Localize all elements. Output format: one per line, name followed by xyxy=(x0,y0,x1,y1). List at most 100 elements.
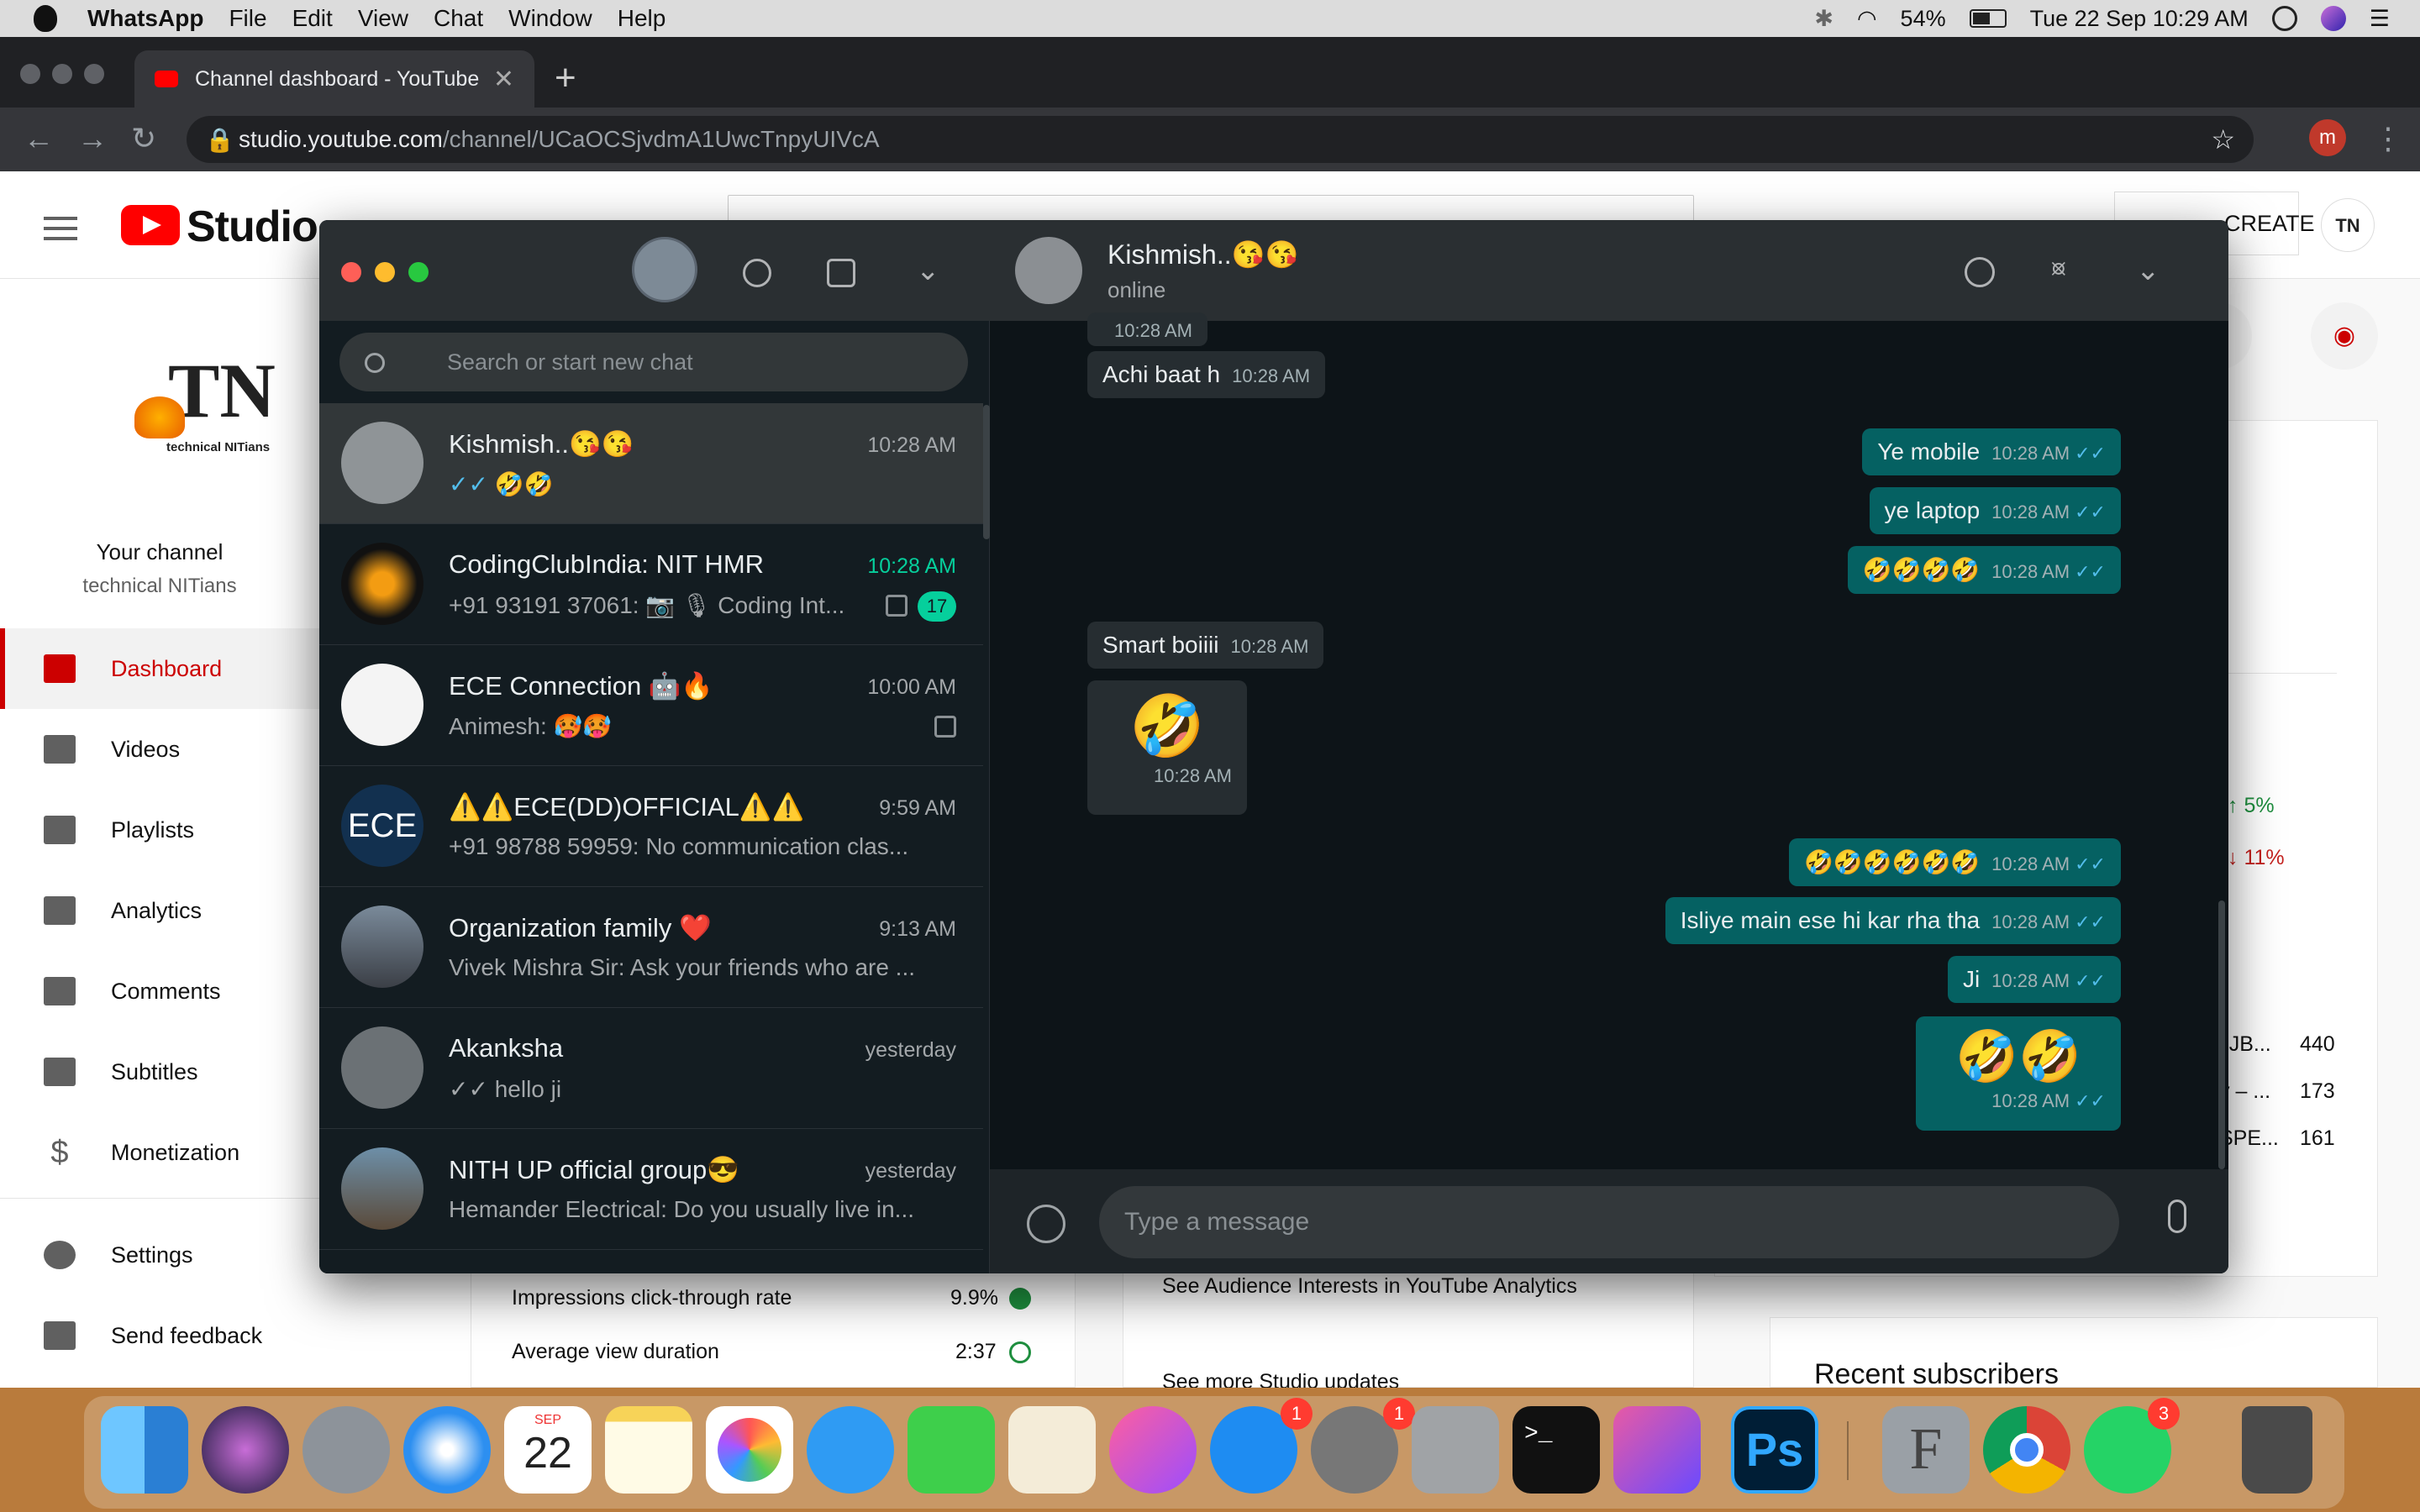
terminal-icon[interactable]: >_ xyxy=(1512,1406,1600,1494)
conversation-scrollbar[interactable] xyxy=(2218,900,2225,1169)
launchpad-icon[interactable] xyxy=(302,1406,390,1494)
spotlight-search-icon[interactable] xyxy=(2271,6,2297,31)
font-book-icon[interactable]: F xyxy=(1882,1406,1970,1494)
notification-center-icon[interactable]: ☰ xyxy=(2370,6,2390,32)
message-outgoing[interactable]: 🤣🤣🤣🤣🤣🤣 10:28 AM ✓✓ xyxy=(1788,838,2121,886)
tab-close-icon[interactable]: ✕ xyxy=(493,65,514,94)
nav-playlists[interactable]: Playlists xyxy=(0,790,319,870)
photos-icon[interactable] xyxy=(706,1406,793,1494)
chat-item-organization-family[interactable]: Organization family ❤️ 9:13 AM Vivek Mis… xyxy=(319,887,983,1008)
message-incoming[interactable]: 10:28 AM xyxy=(1087,312,1207,346)
wa-minimize-button[interactable] xyxy=(375,262,395,282)
messages-icon[interactable] xyxy=(807,1406,894,1494)
nav-comments[interactable]: Comments xyxy=(0,951,319,1032)
channel-logo[interactable]: TN technical NITians xyxy=(134,346,286,464)
notes-icon[interactable] xyxy=(605,1406,692,1494)
message-incoming[interactable]: Achi baat h 10:28 AM xyxy=(1087,351,1326,398)
wa-zoom-button[interactable] xyxy=(408,262,429,282)
message-incoming-emoji[interactable]: 🤣 10:28 AM xyxy=(1087,680,1247,815)
go-live-icon[interactable]: ◉ xyxy=(2311,302,2378,370)
back-arrow-icon[interactable]: ← xyxy=(24,121,54,156)
finder-icon[interactable] xyxy=(101,1406,188,1494)
reload-icon[interactable]: ↻ xyxy=(131,121,156,156)
window-minimize-button[interactable] xyxy=(52,64,72,84)
message-incoming[interactable]: Smart boiiii 10:28 AM xyxy=(1087,622,1324,669)
chat-search-input[interactable]: Search or start new chat xyxy=(339,333,968,391)
wa-close-button[interactable] xyxy=(341,262,361,282)
browser-tab[interactable]: Channel dashboard - YouTube ✕ xyxy=(134,50,534,108)
chat-item-kishmish[interactable]: Kishmish..😘😘 10:28 AM ✓✓ 🤣🤣 xyxy=(319,403,983,524)
chrome-icon[interactable] xyxy=(1983,1406,2070,1494)
menu-window[interactable]: Window xyxy=(508,5,592,32)
nav-send-feedback[interactable]: Send feedback xyxy=(0,1295,319,1376)
safari-icon[interactable] xyxy=(403,1406,491,1494)
nav-dashboard[interactable]: Dashboard xyxy=(0,628,319,709)
address-bar[interactable]: 🔒 studio.youtube.com/channel/UCaOCSjvdmA… xyxy=(187,116,2254,163)
new-tab-button[interactable]: + xyxy=(555,57,576,99)
itunes-icon[interactable] xyxy=(1109,1406,1197,1494)
message-outgoing[interactable]: Isliye main ese hi kar rha tha 10:28 AM ✓✓ xyxy=(1665,897,2121,944)
youtube-logo-icon[interactable] xyxy=(121,205,180,245)
audience-interests-link[interactable]: See Audience Interests in YouTube Analyt… xyxy=(1162,1274,1577,1299)
menu-edit[interactable]: Edit xyxy=(292,5,333,32)
microphone-icon[interactable] xyxy=(2168,1200,2186,1233)
facetime-icon[interactable] xyxy=(908,1406,995,1494)
apple-icon[interactable] xyxy=(34,5,57,32)
profile-avatar[interactable]: m xyxy=(2309,119,2346,156)
message-outgoing-emoji[interactable]: 🤣🤣 10:28 AM ✓✓ xyxy=(1916,1016,2121,1131)
chat-avatar: ECE xyxy=(341,785,424,867)
search-messages-icon[interactable] xyxy=(1965,257,1995,287)
message-time: 10:28 AM xyxy=(1991,970,2070,991)
window-zoom-button[interactable] xyxy=(84,64,104,84)
contact-name[interactable]: Kishmish..😘😘 xyxy=(1107,239,1298,270)
message-outgoing[interactable]: Ji 10:28 AM ✓✓ xyxy=(1947,956,2121,1003)
nav-videos[interactable]: Videos xyxy=(0,709,319,790)
wifi-icon[interactable]: ◠ xyxy=(1857,6,1877,32)
menu-clock[interactable]: Tue 22 Sep 10:29 AM xyxy=(2030,6,2249,32)
final-cut-icon[interactable] xyxy=(1613,1406,1701,1494)
chat-item-ece-connection[interactable]: ECE Connection 🤖🔥 10:00 AM Animesh: 🥵🥵 xyxy=(319,645,983,766)
chat-item-akanksha[interactable]: Akanksha yesterday ✓✓ hello ji xyxy=(319,1008,983,1129)
message-input[interactable]: Type a message xyxy=(1099,1186,2119,1258)
chrome-menu-icon[interactable]: ⋮ xyxy=(2373,121,2403,156)
chat-item-codingclub[interactable]: CodingClubIndia: NIT HMR 10:28 AM +91 93… xyxy=(319,524,983,645)
hamburger-menu-icon[interactable] xyxy=(44,217,77,220)
menu-file[interactable]: File xyxy=(229,5,266,32)
attach-paperclip-icon[interactable]: ⌖ xyxy=(2038,249,2078,290)
conversation-menu-icon[interactable]: ⌄ xyxy=(2136,254,2160,287)
nav-analytics[interactable]: Analytics xyxy=(0,870,319,951)
chat-item-ece-dd-official[interactable]: ECE ⚠️⚠️ECE(DD)OFFICIAL⚠️⚠️ 9:59 AM +91 … xyxy=(319,766,983,887)
siri-dock-icon[interactable] xyxy=(202,1406,289,1494)
menu-chevron-down-icon[interactable]: ⌄ xyxy=(916,254,940,287)
forward-arrow-icon[interactable]: → xyxy=(77,121,108,156)
nav-subtitles[interactable]: Subtitles xyxy=(0,1032,319,1112)
emoji-icon[interactable] xyxy=(1027,1205,1065,1243)
trash-icon[interactable] xyxy=(2242,1406,2312,1494)
message-outgoing[interactable]: Ye mobile 10:28 AM ✓✓ xyxy=(1862,428,2121,475)
chat-item-nith-up[interactable]: NITH UP official group😎 yesterday Hemand… xyxy=(319,1129,983,1250)
nav-settings[interactable]: Settings xyxy=(0,1215,319,1295)
calculator-icon[interactable] xyxy=(1412,1406,1499,1494)
menu-chat[interactable]: Chat xyxy=(434,5,483,32)
menu-help[interactable]: Help xyxy=(618,5,666,32)
bluetooth-icon[interactable]: ✱ xyxy=(1814,6,1833,32)
battery-icon[interactable] xyxy=(1969,9,2007,28)
message-outgoing[interactable]: 🤣🤣🤣🤣 10:28 AM ✓✓ xyxy=(1847,546,2121,594)
menu-app-name[interactable]: WhatsApp xyxy=(87,5,203,32)
new-chat-icon[interactable] xyxy=(827,259,855,287)
bookmark-star-icon[interactable]: ☆ xyxy=(2211,123,2235,155)
calendar-icon[interactable]: SEP 22 xyxy=(504,1406,592,1494)
chat-list-scrollbar[interactable] xyxy=(983,405,990,539)
pages-icon[interactable] xyxy=(1008,1406,1096,1494)
siri-icon[interactable] xyxy=(2320,6,2346,31)
channel-avatar[interactable]: TN xyxy=(2321,198,2375,252)
contact-avatar[interactable] xyxy=(1015,237,1082,304)
nav-monetization[interactable]: $ Monetization xyxy=(0,1112,319,1193)
window-close-button[interactable] xyxy=(20,64,40,84)
chat-name: Organization family ❤️ xyxy=(449,913,712,942)
message-outgoing[interactable]: ye laptop 10:28 AM ✓✓ xyxy=(1869,487,2121,534)
my-profile-avatar[interactable] xyxy=(632,237,697,302)
photoshop-icon[interactable]: Ps xyxy=(1731,1406,1818,1494)
status-icon[interactable] xyxy=(743,259,771,287)
menu-view[interactable]: View xyxy=(358,5,408,32)
